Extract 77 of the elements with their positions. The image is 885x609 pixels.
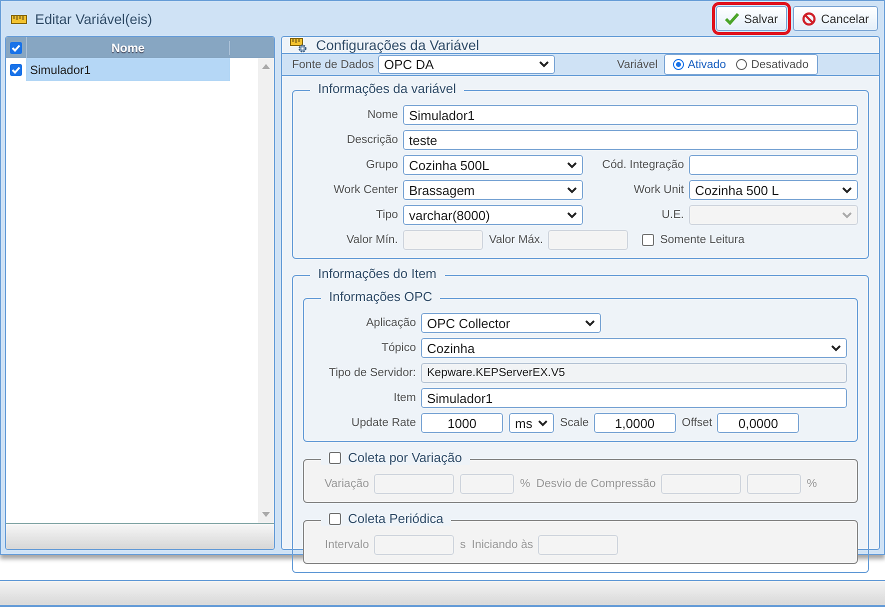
field-label: Fonte de Dados <box>292 58 372 70</box>
field-label: Valor Mín. <box>345 234 398 246</box>
checkmark-icon <box>724 12 739 24</box>
chevron-icon <box>567 162 577 168</box>
dropdown[interactable]: OPC Collector <box>421 313 601 333</box>
checkbox[interactable] <box>642 234 654 246</box>
checkbox[interactable] <box>329 512 341 524</box>
field-label: Descrição <box>346 134 398 146</box>
field-label: Variação <box>323 478 369 490</box>
field-label: Intervalo <box>324 539 369 551</box>
field-label: Offset <box>682 417 712 429</box>
radio-label: Ativado <box>688 58 726 70</box>
field-label: U.E. <box>660 209 684 221</box>
field-label: Desvio de Compressão <box>536 478 656 490</box>
scrollbar[interactable] <box>258 58 274 523</box>
dropdown[interactable]: OPC DA <box>378 55 555 74</box>
field-label: Nome <box>366 109 398 121</box>
chevron-icon <box>539 61 549 68</box>
field-label: Work Center <box>332 184 398 196</box>
chevron-icon <box>831 344 841 352</box>
read-only-field: Kepware.KEPServerEX.V5 <box>421 363 847 383</box>
scroll-down-icon[interactable] <box>262 512 270 517</box>
cancel-button[interactable]: Cancelar <box>792 6 878 31</box>
checkbox[interactable] <box>10 42 22 54</box>
dropdown[interactable]: Cozinha 500L <box>403 155 583 175</box>
text-field[interactable]: Simulador1 <box>421 388 847 408</box>
chevron-icon <box>567 212 577 218</box>
checkbox[interactable] <box>10 64 22 76</box>
field-label: Update Rate <box>350 417 416 429</box>
field-label: Valor Máx. <box>489 234 544 246</box>
dropdown[interactable]: Cozinha 500 L <box>689 180 858 200</box>
field-label: Grupo <box>365 159 398 171</box>
checkbox-label: Somente Leitura <box>660 234 744 246</box>
dropdown[interactable]: ms <box>509 413 554 433</box>
panel-title: Configurações da Variável <box>316 37 480 53</box>
unit-label: % <box>806 478 817 490</box>
list-item[interactable]: Simulador1 <box>26 58 230 81</box>
field-label: Work Unit <box>632 184 684 196</box>
ruler-gear-icon <box>290 37 308 53</box>
field-label: Cód. Integração <box>601 159 684 171</box>
section-legend: Informações OPC <box>329 289 432 304</box>
radio-label: Desativado <box>751 58 809 70</box>
radio-button[interactable] <box>736 59 748 70</box>
chevron-icon <box>567 186 577 194</box>
unit-label: % <box>520 478 530 490</box>
field-label: Aplicação <box>365 317 416 329</box>
prohibited-icon <box>802 12 816 26</box>
checkbox[interactable] <box>329 452 341 464</box>
ruler-icon <box>11 12 27 24</box>
section-legend: Coleta por Variação <box>348 450 462 465</box>
dialog-title: Editar Variável(eis) <box>35 10 154 26</box>
field-label: Scale <box>560 417 589 429</box>
number-field[interactable]: 1000 <box>421 413 503 433</box>
field-label: Iniciando às <box>472 539 534 551</box>
field-label: Item <box>392 392 416 404</box>
text-field[interactable] <box>689 155 858 175</box>
chevron-icon <box>842 212 852 218</box>
section-legend: Informações da variável <box>318 81 456 96</box>
dropdown[interactable]: Brassagem <box>403 180 583 200</box>
chevron-icon <box>585 320 595 326</box>
scroll-up-icon[interactable] <box>262 64 270 69</box>
unit-label: s <box>460 539 466 551</box>
section-legend: Coleta Periódica <box>348 511 444 526</box>
text-field[interactable]: Simulador1 <box>403 105 858 125</box>
text-field[interactable]: teste <box>403 130 858 150</box>
number-field[interactable]: 0,0000 <box>717 413 800 433</box>
section-legend: Informações do Item <box>318 266 436 281</box>
dropdown[interactable]: varchar(8000) <box>403 205 583 225</box>
dropdown[interactable]: Cozinha <box>421 338 847 358</box>
chevron-icon <box>842 186 852 194</box>
number-field[interactable]: 1,0000 <box>594 413 676 433</box>
chevron-icon <box>538 420 548 426</box>
field-label: Tipo <box>375 209 398 221</box>
field-label: Tipo de Servidor: <box>328 367 416 379</box>
field-label: Tópico <box>380 342 416 354</box>
radio-button[interactable] <box>672 59 684 70</box>
field-label: Variável <box>617 58 658 70</box>
